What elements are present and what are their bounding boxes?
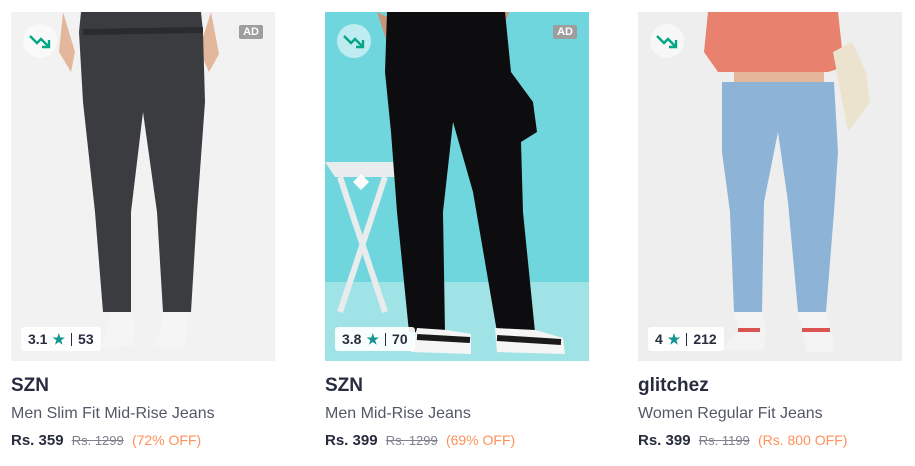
price-mrp: Rs. 1199 bbox=[698, 433, 750, 448]
price-current: Rs. 399 bbox=[638, 432, 691, 449]
price-discount: (Rs. 800 OFF) bbox=[757, 432, 848, 448]
star-icon: ★ bbox=[52, 330, 66, 347]
product-name[interactable]: Women Regular Fit Jeans bbox=[638, 405, 902, 423]
product-brand[interactable]: SZN bbox=[11, 375, 275, 397]
rating-divider bbox=[385, 332, 387, 346]
rating-divider bbox=[686, 332, 688, 346]
jeans-illustration bbox=[638, 12, 902, 361]
rating-value: 3.8 bbox=[342, 331, 362, 347]
product-image[interactable]: AD 3.1 ★ 53 bbox=[11, 12, 275, 361]
price-current: Rs. 399 bbox=[325, 432, 378, 449]
price-mrp: Rs. 1299 bbox=[385, 433, 438, 448]
product-name[interactable]: Men Slim Fit Mid-Rise Jeans bbox=[11, 405, 275, 423]
rating-divider bbox=[71, 332, 73, 346]
product-card[interactable]: AD 3.1 ★ 53 SZN Men Slim Fit Mid-Rise Je… bbox=[11, 12, 275, 449]
trend-down-icon bbox=[337, 24, 371, 58]
price-current: Rs. 359 bbox=[11, 432, 64, 449]
product-card[interactable]: AD 3.8 ★ 70 SZN Men Mid-Rise Jeans Rs. 3… bbox=[325, 12, 589, 449]
price-discount: (72% OFF) bbox=[131, 432, 202, 448]
product-brand[interactable]: SZN bbox=[325, 375, 589, 397]
rating-count: 212 bbox=[693, 331, 717, 347]
rating-value: 3.1 bbox=[28, 331, 48, 347]
product-image[interactable]: 4 ★ 212 bbox=[638, 12, 902, 361]
star-icon: ★ bbox=[366, 330, 380, 347]
jeans-illustration bbox=[11, 12, 275, 361]
trend-down-icon bbox=[650, 24, 684, 58]
trend-down-icon bbox=[23, 24, 57, 58]
price-discount: (69% OFF) bbox=[445, 432, 516, 448]
product-card[interactable]: 4 ★ 212 glitchez Women Regular Fit Jeans… bbox=[638, 12, 902, 449]
product-price: Rs. 399 Rs. 1199 (Rs. 800 OFF) bbox=[638, 432, 902, 449]
rating-badge: 3.1 ★ 53 bbox=[21, 327, 101, 351]
rating-value: 4 bbox=[655, 331, 663, 347]
product-price: Rs. 399 Rs. 1299 (69% OFF) bbox=[325, 432, 589, 449]
jeans-illustration bbox=[325, 12, 589, 361]
product-price: Rs. 359 Rs. 1299 (72% OFF) bbox=[11, 432, 275, 449]
rating-count: 70 bbox=[392, 331, 408, 347]
star-icon: ★ bbox=[667, 330, 681, 347]
price-mrp: Rs. 1299 bbox=[71, 433, 124, 448]
product-image[interactable]: AD 3.8 ★ 70 bbox=[325, 12, 589, 361]
rating-badge: 3.8 ★ 70 bbox=[335, 327, 415, 351]
product-brand[interactable]: glitchez bbox=[638, 375, 902, 397]
rating-count: 53 bbox=[78, 331, 94, 347]
rating-badge: 4 ★ 212 bbox=[648, 327, 724, 351]
ad-badge: AD bbox=[553, 25, 577, 39]
ad-badge: AD bbox=[239, 25, 263, 39]
product-name[interactable]: Men Mid-Rise Jeans bbox=[325, 405, 589, 423]
